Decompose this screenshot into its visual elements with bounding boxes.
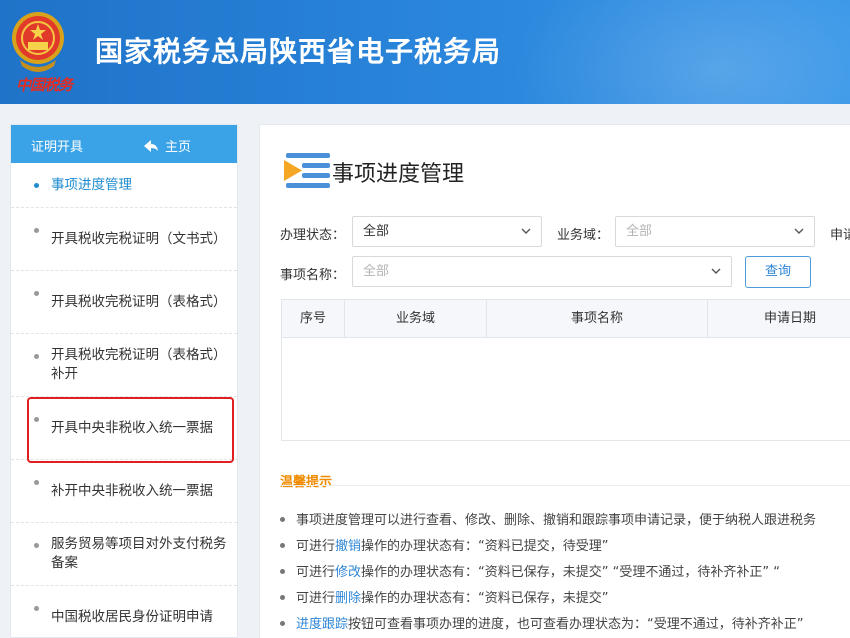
sidebar-item-label: 事项进度管理 — [51, 176, 132, 193]
sidebar-item-label: 开具中央非税收入统一票据 — [51, 419, 213, 436]
tip-text: 操作的办理状态有：“资料已保存，未提交” — [361, 591, 609, 606]
sidebar-item-central-nontax-receipt[interactable]: 开具中央非税收入统一票据 — [11, 397, 237, 460]
home-link[interactable]: 主页 — [143, 136, 191, 155]
sidebar-item-tax-residency-cert[interactable]: 中国税收居民身份证明申请 — [11, 586, 237, 637]
delete-link[interactable]: 删除 — [335, 591, 361, 606]
item-name-placeholder: 全部 — [363, 264, 390, 279]
sidebar: 证明开具 主页 事项进度管理 开具税收完税证明（文书式） 开具税收完税证明（表格… — [10, 124, 238, 638]
sidebar-header: 证明开具 主页 — [11, 125, 237, 163]
bullet-icon — [280, 594, 285, 600]
tip-text: 按钮可查看事项办理的进度，也可查看办理状态为：“受理不通过，待补齐补正” — [348, 617, 804, 632]
domain-label: 业务域： — [557, 228, 610, 243]
progress-tracking-link[interactable]: 进度跟踪 — [296, 617, 348, 632]
sidebar-item-label: 补开中央非税收入统一票据 — [51, 482, 213, 499]
sidebar-item-central-nontax-reissue[interactable]: 补开中央非税收入统一票据 — [11, 460, 237, 523]
tips-title: 温馨提示 — [280, 475, 333, 490]
sidebar-item-tax-cert-document[interactable]: 开具税收完税证明（文书式） — [11, 208, 237, 271]
sidebar-item-tax-cert-form[interactable]: 开具税收完税证明（表格式） — [11, 271, 237, 334]
column-header-index[interactable]: 序号 — [282, 300, 345, 338]
bullet-icon — [280, 516, 285, 522]
bullet-icon — [34, 606, 39, 611]
bullet-icon — [280, 620, 285, 626]
sidebar-item-progress[interactable]: 事项进度管理 — [11, 163, 237, 208]
bullet-icon — [34, 354, 39, 359]
sidebar-item-label: 开具税收完税证明（表格式）补开 — [51, 347, 227, 382]
national-emblem-icon[interactable] — [10, 8, 66, 78]
sidebar-item-tax-cert-form-reissue[interactable]: 开具税收完税证明（表格式）补开 — [11, 334, 237, 397]
tip-text: 操作的办理状态有：“资料已提交，待受理” — [361, 539, 609, 554]
column-header-domain[interactable]: 业务域 — [345, 300, 487, 338]
chevron-down-icon — [711, 268, 721, 274]
bullet-icon — [34, 543, 39, 548]
tip-text: 可进行 — [296, 539, 336, 554]
tab-certificate[interactable]: 证明开具 — [31, 136, 83, 155]
status-value: 全部 — [363, 224, 390, 239]
tip-line: 可进行删除操作的办理状态有：“资料已保存，未提交” — [280, 587, 609, 606]
chevron-down-icon — [794, 228, 804, 234]
bullet-icon — [280, 568, 285, 574]
tips-divider — [280, 485, 850, 486]
tip-text: 可进行 — [296, 565, 336, 580]
bullet-icon — [280, 542, 285, 548]
header-glow — [510, 0, 850, 104]
tip-text: 事项进度管理可以进行查看、修改、删除、撤销和跟踪事项申请记录，便于纳税人跟进税务 — [296, 513, 817, 528]
chevron-down-icon — [521, 228, 531, 234]
bullet-icon — [34, 291, 39, 296]
tip-line: 进度跟踪按钮可查看事项办理的进度，也可查看办理状态为：“受理不通过，待补齐补正” — [280, 613, 804, 632]
status-label: 办理状态： — [280, 228, 346, 243]
domain-select[interactable]: 全部 — [615, 216, 815, 247]
main-panel: 事项进度管理 办理状态： 全部 业务域： 全部 申请 事项名称： 全部 查询 序… — [259, 124, 850, 638]
modify-link[interactable]: 修改 — [335, 565, 361, 580]
list-play-icon — [284, 153, 330, 188]
bullet-icon — [34, 417, 39, 422]
site-title: 国家税务总局陕西省电子税务局 — [95, 35, 502, 68]
results-table: 序号 业务域 事项名称 申请日期 — [281, 299, 850, 441]
table-header: 序号 业务域 事项名称 申请日期 — [282, 300, 850, 338]
sidebar-item-label: 中国税收居民身份证明申请 — [51, 609, 213, 625]
tip-text: 可进行 — [296, 591, 336, 606]
bullet-icon — [34, 480, 39, 485]
tip-line: 事项进度管理可以进行查看、修改、删除、撤销和跟踪事项申请记录，便于纳税人跟进税务 — [280, 509, 816, 528]
site-header: 中国税务 国家税务总局陕西省电子税务局 — [0, 0, 850, 104]
revoke-link[interactable]: 撤销 — [335, 539, 361, 554]
sidebar-item-service-trade-filing[interactable]: 服务贸易等项目对外支付税务备案 — [11, 523, 237, 586]
sidebar-item-label: 开具税收完税证明（文书式） — [51, 230, 227, 247]
item-name-select[interactable]: 全部 — [352, 256, 732, 287]
page-title: 事项进度管理 — [332, 162, 465, 187]
emblem-caption: 中国税务 — [16, 76, 73, 94]
bullet-icon — [34, 182, 39, 188]
apply-label: 申请 — [830, 228, 850, 243]
home-label: 主页 — [165, 140, 192, 155]
item-name-label: 事项名称： — [280, 268, 346, 283]
status-select[interactable]: 全部 — [352, 216, 542, 247]
tip-line: 可进行撤销操作的办理状态有：“资料已提交，待受理” — [280, 535, 609, 554]
sidebar-item-label: 服务贸易等项目对外支付税务备案 — [51, 536, 227, 571]
tip-line: 可进行修改操作的办理状态有：“资料已保存，未提交” “受理不通过，待补齐补正” … — [280, 561, 780, 580]
column-header-apply-date[interactable]: 申请日期 — [708, 300, 850, 338]
tip-text: 操作的办理状态有：“资料已保存，未提交” “受理不通过，待补齐补正” “ — [361, 565, 780, 580]
column-header-item-name[interactable]: 事项名称 — [487, 300, 708, 338]
domain-placeholder: 全部 — [626, 224, 653, 239]
bullet-icon — [34, 228, 39, 233]
query-button[interactable]: 查询 — [745, 256, 811, 288]
sidebar-item-label: 开具税收完税证明（表格式） — [51, 293, 227, 310]
back-arrow-icon — [144, 139, 158, 152]
